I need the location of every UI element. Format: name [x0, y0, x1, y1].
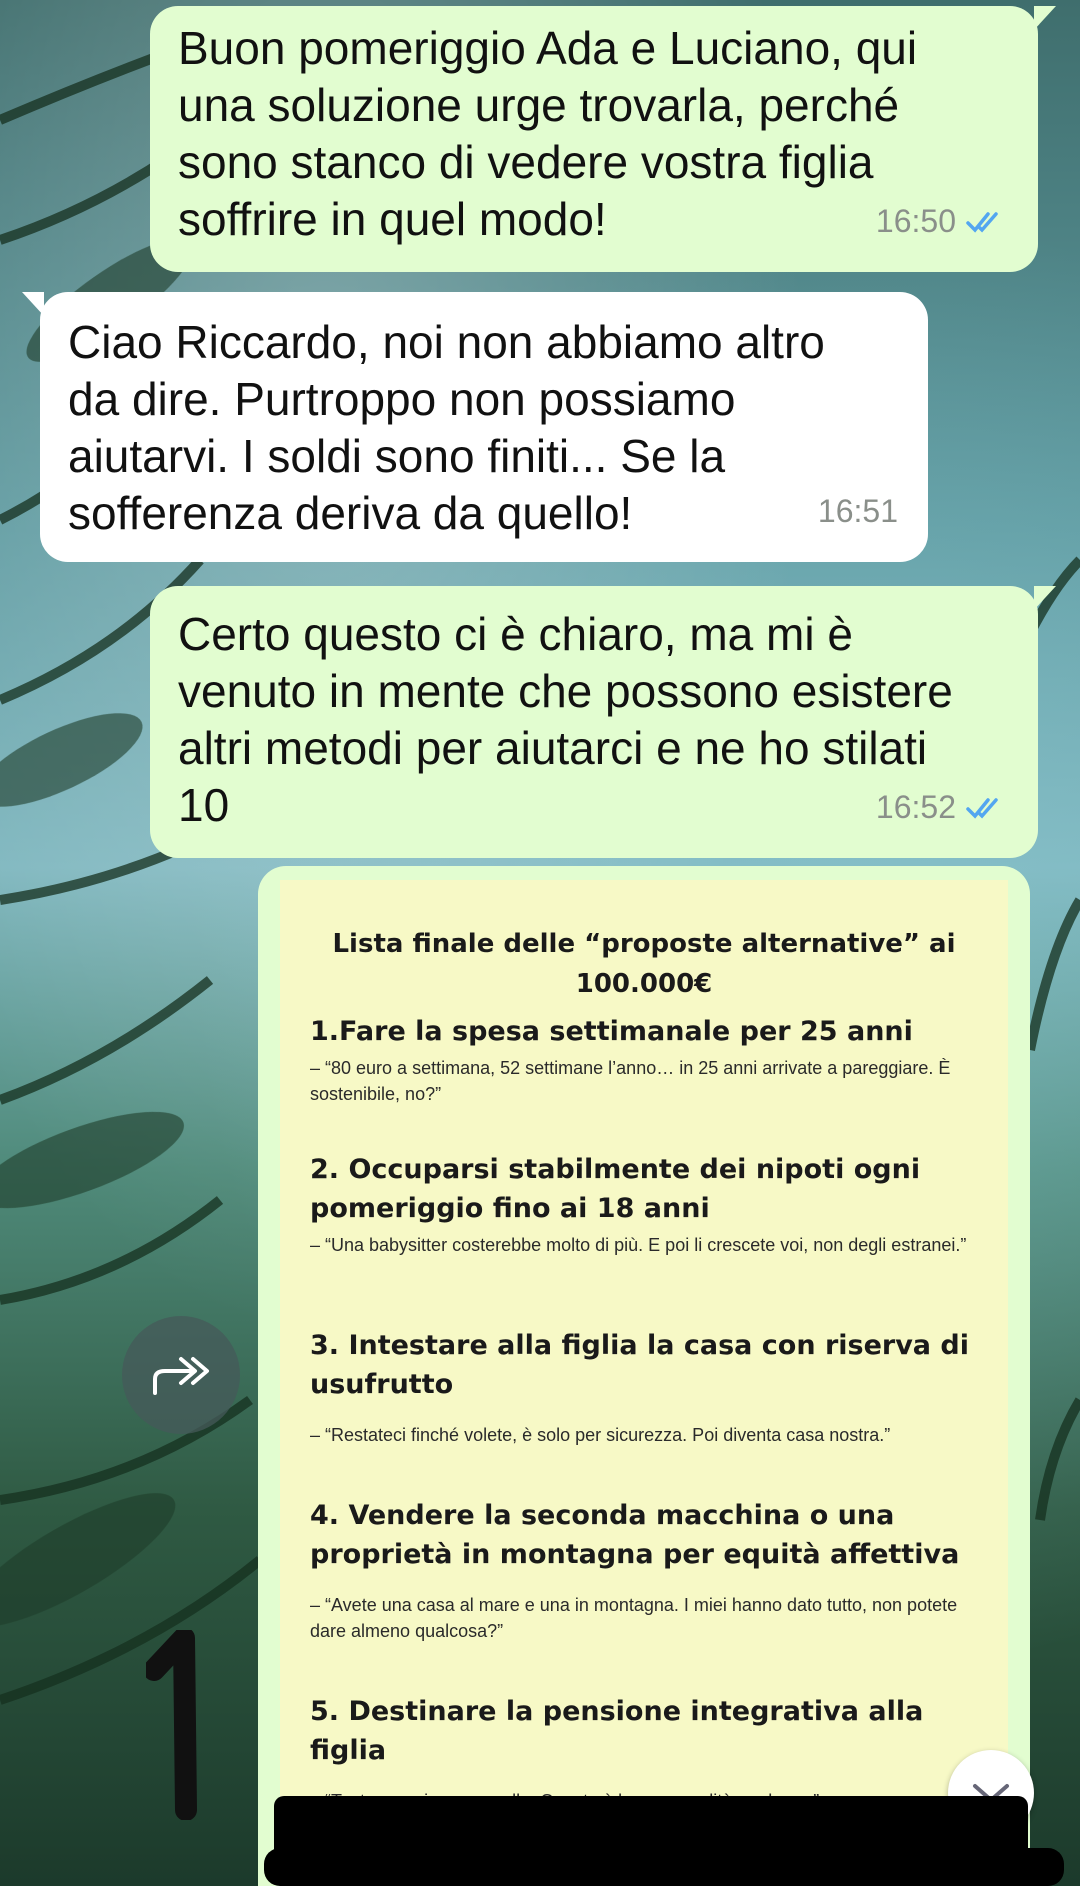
proposal-heading: 3. Intestare alla figlia la casa con ris…: [310, 1330, 970, 1400]
double-check-icon: [966, 797, 998, 819]
forward-icon: [153, 1357, 209, 1395]
message-time: 16:51: [817, 493, 898, 529]
proposal-quote: – “Restateci finché volete, è solo per s…: [310, 1425, 891, 1445]
bubble-tail: [22, 292, 44, 316]
document-title: Lista finale delle “proposte alternative…: [280, 924, 1008, 1004]
document-image[interactable]: Lista finale delle “proposte alternative…: [280, 880, 1008, 1880]
message-time: 16:52: [875, 789, 956, 825]
document-title-line2: 100.000€: [575, 969, 713, 999]
message-meta: 16:52: [876, 779, 1008, 836]
proposal-item: 4. Vendere la seconda macchina o una pro…: [310, 1496, 986, 1644]
message-meta: 16:51: [818, 483, 898, 540]
proposal-item: 2. Occuparsi stabilmente dei nipoti ogni…: [310, 1150, 986, 1258]
double-check-icon: [966, 211, 998, 233]
redaction-bar: [264, 1848, 1064, 1886]
proposal-item: 3. Intestare alla figlia la casa con ris…: [310, 1326, 986, 1448]
proposal-heading: 5. Destinare la pensione integrativa all…: [310, 1696, 924, 1766]
message-time: 16:50: [875, 203, 956, 239]
message-meta: 16:50: [876, 193, 1008, 250]
proposal-item: 1.Fare la spesa settimanale per 25 anni …: [310, 1012, 986, 1107]
bubble-tail: [1034, 586, 1056, 610]
forward-button[interactable]: [122, 1316, 240, 1434]
proposal-quote: – “Avete una casa al mare e una in monta…: [310, 1595, 958, 1641]
outgoing-message[interactable]: Buon pomeriggio Ada e Luciano, qui una s…: [150, 6, 1056, 272]
bubble-tail: [1034, 6, 1056, 30]
incoming-message[interactable]: Ciao Riccardo, noi non abbiamo altro da …: [22, 292, 928, 562]
proposal-heading: 4. Vendere la seconda macchina o una pro…: [310, 1500, 960, 1570]
outgoing-message[interactable]: Certo questo ci è chiaro, ma mi è venuto…: [150, 586, 1056, 858]
proposal-heading: 1.Fare la spesa settimanale per 25 anni: [310, 1016, 913, 1047]
proposal-heading: 2. Occuparsi stabilmente dei nipoti ogni…: [310, 1154, 921, 1224]
message-text: Ciao Riccardo, noi non abbiamo altro da …: [68, 316, 825, 539]
scribble-mark: [146, 1630, 197, 1820]
proposal-quote: – “Una babysitter costerebbe molto di pi…: [310, 1235, 967, 1255]
proposal-quote: – “80 euro a settimana, 52 settimane l’a…: [310, 1058, 951, 1104]
document-title-line1: Lista finale delle “proposte alternative…: [332, 929, 956, 959]
image-message[interactable]: Lista finale delle “proposte alternative…: [258, 866, 1030, 1886]
